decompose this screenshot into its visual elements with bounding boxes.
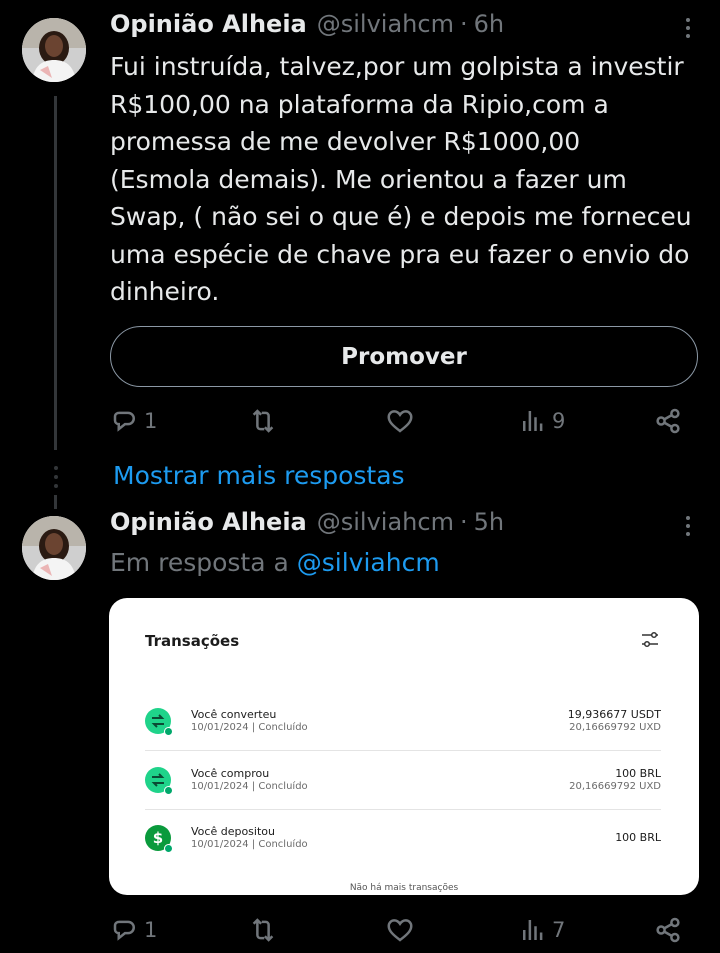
display-name[interactable]: Opinião Alheia [110,508,307,536]
like-button[interactable] [385,915,415,945]
filter-icon [642,631,658,648]
transaction-row: Você converteu 10/01/2024 | Concluído 19… [145,698,661,756]
transaction-amount: 100 BRL [615,831,661,844]
swap-icon [145,767,173,795]
timestamp[interactable]: 5h [474,508,504,536]
views-count: 9 [552,409,566,433]
transaction-date: 10/01/2024 | Concluído [191,781,308,792]
user-handle[interactable]: @silviahcm [317,508,454,536]
reply-mention-link[interactable]: @silviahcm [297,548,440,577]
reply-count: 1 [144,918,158,942]
transaction-title: Você converteu [191,708,277,721]
tweet-header: Opinião Alheia @silviahcm · 6h [110,10,504,38]
transaction-date: 10/01/2024 | Concluído [191,839,308,850]
reply-button[interactable]: 1 [110,915,157,945]
reply-icon [113,411,136,432]
heart-icon [387,410,413,433]
separator: · [459,10,468,38]
tweet-actions: 1 7 [110,915,690,949]
views-count: 7 [552,918,566,942]
separator: · [459,508,468,536]
views-icon [523,920,543,940]
retweet-icon [252,918,274,942]
avatar[interactable] [22,516,86,580]
retweet-icon [252,409,274,433]
views-button[interactable]: 9 [518,406,565,436]
transaction-row: Você comprou 10/01/2024 | Concluído 100 … [145,757,661,815]
retweet-button[interactable] [248,406,278,436]
tweet-text: Fui instruída, talvez,por um golpista a … [110,52,692,306]
svg-text:$: $ [153,829,163,847]
transactions-title: Transações [145,632,240,650]
transaction-date: 10/01/2024 | Concluído [191,722,308,733]
heart-icon [387,919,413,942]
retweet-button[interactable] [248,915,278,945]
transaction-amount: 19,936677 USDT [567,708,661,721]
views-button[interactable]: 7 [518,915,565,945]
share-icon [656,917,680,943]
no-more-transactions-text: Não há mais transações [349,883,459,893]
thread-line [54,495,57,509]
transaction-amount: 100 BRL [615,767,661,780]
thread-dots [53,466,59,488]
attached-image[interactable]: Transações Você converteu 10/01/2024 | C… [109,598,699,895]
more-options-icon[interactable] [684,18,692,38]
more-options-icon[interactable] [684,516,692,536]
thread-line [54,96,57,450]
reply-button[interactable]: 1 [110,406,157,436]
share-icon [656,408,680,434]
share-button[interactable] [653,406,683,436]
transaction-secondary-amount: 20,16669792 UXD [569,781,661,792]
transaction-title: Você depositou [191,825,275,838]
tweet-actions: 1 9 [110,406,690,440]
share-button[interactable] [653,915,683,945]
dollar-icon: $ [145,825,173,853]
reply-context: Em resposta a @silviahcm [110,548,440,577]
transaction-row: $ Você depositou 10/01/2024 | Concluído … [145,815,661,873]
reply-count: 1 [144,409,158,433]
user-handle[interactable]: @silviahcm [317,10,454,38]
transaction-title: Você comprou [191,767,270,780]
reply-prefix: Em resposta a [110,548,289,577]
avatar[interactable] [22,18,86,82]
promote-button[interactable]: Promover [110,326,698,387]
show-more-replies-link[interactable]: Mostrar mais respostas [113,461,405,490]
views-icon [523,411,543,431]
divider [145,809,661,810]
transaction-secondary-amount: 20,16669792 UXD [569,722,661,733]
like-button[interactable] [385,406,415,436]
divider [145,750,661,751]
reply-icon [113,920,136,941]
tweet-header: Opinião Alheia @silviahcm · 5h [110,508,504,536]
swap-icon [145,708,173,736]
timestamp[interactable]: 6h [474,10,504,38]
display-name[interactable]: Opinião Alheia [110,10,307,38]
